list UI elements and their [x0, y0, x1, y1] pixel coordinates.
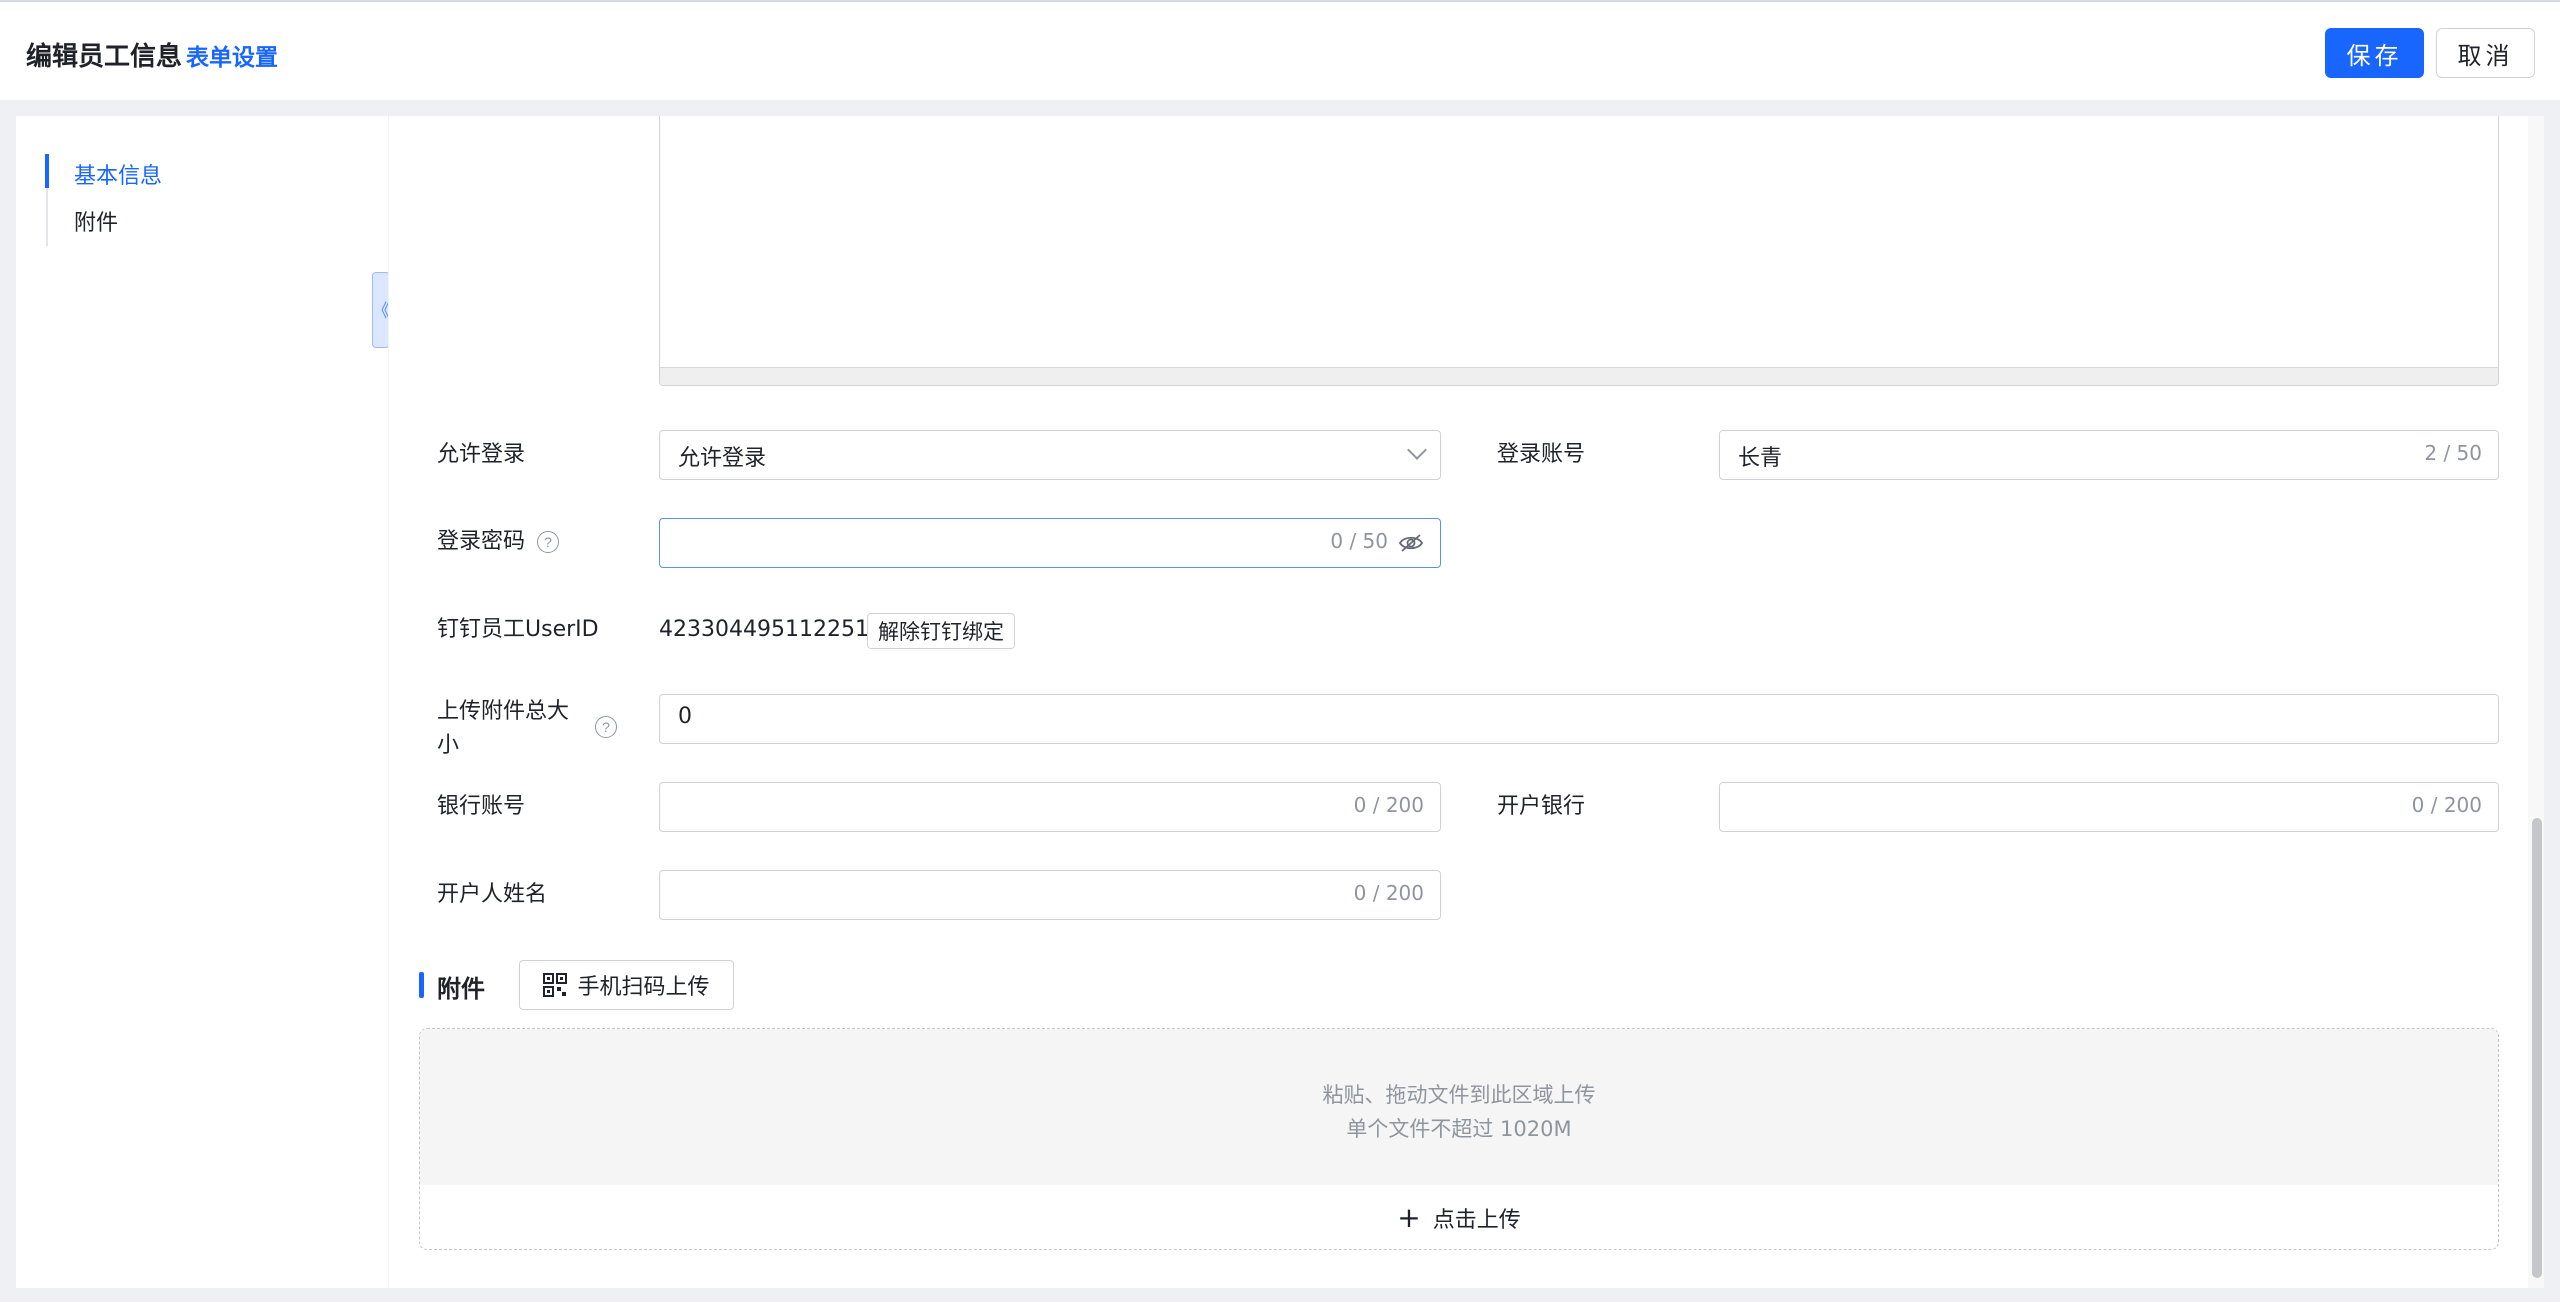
upload-size-label-line2: 小 [437, 733, 460, 758]
drop-area[interactable]: 粘贴、拖动文件到此区域上传 单个文件不超过 1020M [420, 1029, 2498, 1185]
form-content: 允许登录 允许登录 登录账号 长青 2 / 50 登录密码 ? 0 / 50 钉… [388, 116, 2528, 1288]
dingtalk-userid-label: 钉钉员工UserID [437, 617, 599, 642]
login-password-label: 登录密码 [437, 529, 526, 554]
upload-dropzone[interactable]: 粘贴、拖动文件到此区域上传 单个文件不超过 1020M + 点击上传 [419, 1028, 2499, 1250]
login-password-counter: 0 / 50 [1330, 529, 1388, 553]
cancel-button[interactable]: 取消 [2436, 28, 2535, 78]
sidebar-item-attachments[interactable]: 附件 [74, 205, 118, 237]
upload-size-value: 0 [678, 704, 692, 729]
form-settings-link[interactable]: 表单设置 [186, 38, 278, 72]
bank-account-counter: 0 / 200 [1353, 793, 1424, 817]
allow-login-value: 允许登录 [678, 446, 767, 471]
login-account-counter: 2 / 50 [2424, 441, 2482, 465]
bank-name-input[interactable]: 0 / 200 [1719, 782, 2499, 832]
page-title: 编辑员工信息 [26, 42, 183, 72]
attachments-section-title: 附件 [437, 975, 485, 1003]
textarea-horizontal-scrollbar[interactable] [660, 367, 2498, 385]
sidebar-item-basic-info[interactable]: 基本信息 [74, 158, 162, 190]
login-account-value: 长青 [1738, 446, 1783, 471]
bank-name-label: 开户银行 [1497, 794, 1586, 819]
nav-active-indicator [45, 154, 49, 188]
allow-login-label: 允许登录 [437, 442, 526, 467]
drop-hint: 粘贴、拖动文件到此区域上传 [1322, 1083, 1596, 1107]
login-account-input[interactable]: 长青 2 / 50 [1719, 430, 2499, 480]
qr-upload-label: 手机扫码上传 [577, 975, 710, 1000]
top-bar: 编辑员工信息 表单设置 保存 取消 [0, 0, 2560, 100]
sidebar: 基本信息 附件 [16, 116, 388, 1288]
login-password-input[interactable]: 0 / 50 [659, 518, 1441, 568]
account-holder-label: 开户人姓名 [437, 882, 548, 907]
account-holder-input[interactable]: 0 / 200 [659, 870, 1441, 920]
upload-size-label-line1: 上传附件总大 [437, 699, 570, 724]
save-button[interactable]: 保存 [2325, 28, 2424, 78]
vertical-scrollbar-thumb[interactable] [2532, 818, 2542, 1278]
eye-hidden-icon[interactable] [1398, 532, 1424, 554]
bank-account-input[interactable]: 0 / 200 [659, 782, 1441, 832]
qr-code-icon [543, 973, 568, 997]
help-icon[interactable]: ? [537, 531, 559, 553]
dingtalk-userid-value: 42330449511225139 [659, 617, 897, 642]
allow-login-select[interactable]: 允许登录 [659, 430, 1441, 480]
account-holder-counter: 0 / 200 [1353, 881, 1424, 905]
login-account-label: 登录账号 [1497, 442, 1586, 467]
main-panel: 基本信息 附件 《 允许登录 允许登录 登录账号 长青 2 / 50 登录密码 … [16, 116, 2544, 1288]
click-upload-button[interactable]: + 点击上传 [420, 1185, 2498, 1249]
plus-icon: + [1397, 1201, 1421, 1234]
upload-size-input[interactable]: 0 [659, 694, 2499, 744]
section-accent-bar [419, 972, 424, 998]
bank-account-label: 银行账号 [437, 794, 526, 819]
qr-upload-button[interactable]: 手机扫码上传 [519, 960, 734, 1010]
unbind-dingtalk-button[interactable]: 解除钉钉绑定 [867, 613, 1015, 649]
click-upload-label: 点击上传 [1432, 1208, 1521, 1233]
chevron-down-icon [1407, 440, 1427, 460]
bank-name-counter: 0 / 200 [2411, 793, 2482, 817]
size-hint: 单个文件不超过 1020M [1346, 1117, 1572, 1141]
help-icon[interactable]: ? [595, 716, 617, 738]
remarks-textarea[interactable] [659, 116, 2499, 386]
